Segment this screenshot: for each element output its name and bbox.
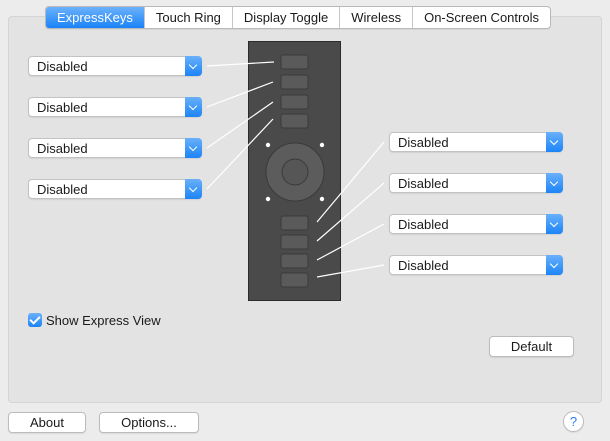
express-key-6 <box>280 234 309 250</box>
connector-line <box>206 101 274 149</box>
touch-ring-center-button <box>281 158 309 186</box>
connector-line <box>206 81 274 108</box>
express-key-2 <box>280 74 309 90</box>
show-express-view-label: Show Express View <box>46 313 161 328</box>
help-button[interactable]: ? <box>563 411 584 432</box>
express-key-5 <box>280 215 309 231</box>
checkmark-icon[interactable] <box>28 313 42 327</box>
express-key-3 <box>280 94 309 110</box>
connector-line <box>316 223 385 261</box>
options-button[interactable]: Options... <box>99 412 199 433</box>
tablet-keys-overlay <box>206 54 385 288</box>
express-key-7 <box>280 253 309 269</box>
connector-line <box>206 61 275 67</box>
ring-led-indicator <box>319 142 325 148</box>
express-key-8 <box>280 272 309 288</box>
ring-led-indicator <box>265 142 271 148</box>
connector-line <box>316 264 385 278</box>
connector-line <box>206 118 274 190</box>
express-key-1 <box>280 54 309 70</box>
express-key-4 <box>280 113 309 129</box>
connector-line <box>316 141 385 223</box>
default-button[interactable]: Default <box>489 336 574 357</box>
ring-led-indicator <box>319 196 325 202</box>
about-button[interactable]: About <box>8 412 86 433</box>
connector-line <box>316 182 385 242</box>
ring-led-indicator <box>265 196 271 202</box>
